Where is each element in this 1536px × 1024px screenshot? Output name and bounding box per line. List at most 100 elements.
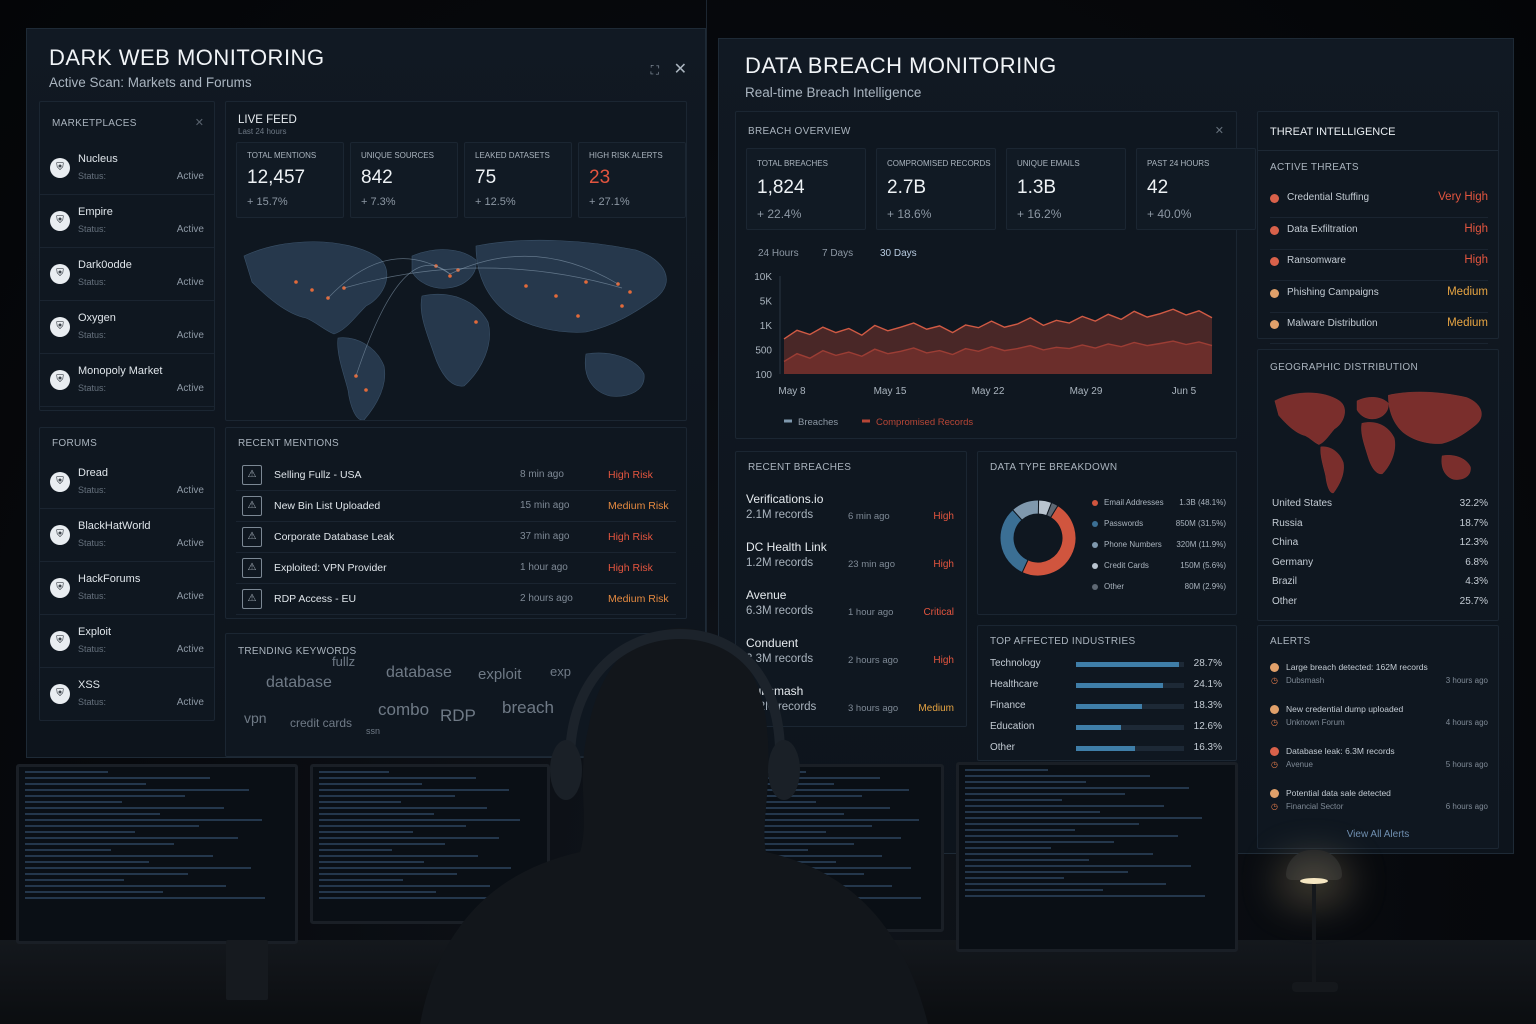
- stat-change: + 7.3%: [361, 196, 396, 208]
- mention-row[interactable]: ⚠ Corporate Database Leak 37 min ago High R…: [236, 522, 676, 553]
- site-name: Dark0odde: [78, 259, 132, 271]
- mention-risk: Medium Risk: [608, 500, 669, 512]
- threat-row[interactable]: Credential Stuffing Very High: [1270, 188, 1488, 218]
- page-subtitle: Active Scan: Markets and Forums: [49, 75, 252, 90]
- mention-row[interactable]: ⚠ Exploited: VPN Provider 1 hour ago High R…: [236, 553, 676, 584]
- hotspot-dot: [294, 280, 298, 284]
- stat-tile: LEAKED DATASETS 75 + 12.5%: [464, 142, 572, 218]
- geo-value: 12.3%: [1459, 537, 1488, 548]
- code-line: [25, 837, 238, 839]
- breach-time: 6 min ago: [848, 511, 890, 522]
- site-row[interactable]: ⛨ Monopoly Market Status: Active: [40, 354, 214, 407]
- keyword[interactable]: database: [266, 674, 332, 692]
- industry-bar: [1076, 725, 1122, 730]
- threat-row[interactable]: Phishing Campaigns Medium: [1270, 283, 1488, 313]
- view-all-alerts-link[interactable]: View All Alerts: [1258, 829, 1498, 840]
- alert-row[interactable]: New credential dump uploaded ◷ Unknown For…: [1270, 702, 1488, 742]
- continent: [1441, 455, 1471, 480]
- site-shield-icon: ⛨: [50, 158, 70, 178]
- geo-value: 25.7%: [1459, 595, 1488, 607]
- alert-dot: [1270, 747, 1279, 756]
- breach-overview-card: BREACH OVERVIEW ✕ TOTAL BREACHES 1,824 + 2…: [735, 111, 1256, 439]
- close-overview-icon[interactable]: ✕: [1215, 124, 1224, 137]
- threat-row[interactable]: Ransomware High: [1270, 251, 1488, 281]
- breach-row[interactable]: DC Health Link 1.2M records 23 min ago High: [746, 536, 956, 584]
- alert-row[interactable]: Database leak: 6.3M records ◷ Avenue 5 hour…: [1270, 744, 1488, 784]
- time-tab[interactable]: 24 Hours: [758, 248, 799, 259]
- breach-time: 1 hour ago: [848, 607, 894, 618]
- series-area: [784, 309, 1212, 374]
- continent: [337, 337, 386, 420]
- mention-icon: ⚠: [242, 496, 262, 516]
- hotspot-dot: [448, 274, 452, 278]
- threat-row[interactable]: Data Exfiltration High: [1270, 220, 1488, 250]
- close-icon[interactable]: ✕: [674, 59, 687, 79]
- site-name: XSS: [78, 679, 101, 691]
- code-line: [965, 781, 1087, 783]
- alert-source: Unknown Forum: [1286, 718, 1345, 727]
- code-line: [965, 799, 1062, 801]
- stat-value: 12,457: [247, 167, 306, 188]
- mention-risk: High Risk: [608, 469, 653, 481]
- site-row[interactable]: ⛨ Exploit Status: Active: [40, 615, 214, 668]
- live-feed-header: LIVE FEED: [238, 114, 297, 126]
- threat-label: Credential Stuffing: [1287, 192, 1370, 203]
- site-row[interactable]: ⛨ BlackHatWorld Status: Active: [40, 509, 214, 562]
- data-type-label: Email Addresses: [1104, 498, 1164, 507]
- code-line: [965, 793, 1126, 795]
- continent: [1320, 446, 1344, 494]
- site-row[interactable]: ⛨ HackForums Status: Active: [40, 562, 214, 615]
- continent: [1274, 392, 1345, 445]
- mention-row[interactable]: ⚠ New Bin List Uploaded 15 min ago Medium R…: [236, 491, 676, 522]
- time-tab[interactable]: 7 Days: [822, 248, 853, 259]
- y-tick-label: 1K: [760, 321, 773, 332]
- hotspot-dot: [620, 304, 624, 308]
- mention-time: 15 min ago: [520, 500, 570, 511]
- site-name: Empire: [78, 206, 113, 218]
- mention-risk: High Risk: [608, 531, 653, 543]
- keyword[interactable]: credit cards: [290, 716, 352, 730]
- site-name: Nucleus: [78, 153, 118, 165]
- collapse-icon[interactable]: ✕: [195, 116, 204, 129]
- site-row[interactable]: ⛨ Oxygen Status: Active: [40, 301, 214, 354]
- mention-row[interactable]: ⚠ RDP Access - EU 2 hours ago Medium Risk: [236, 584, 676, 615]
- code-line: [25, 897, 266, 899]
- overview-stat-change: + 16.2%: [1017, 207, 1062, 221]
- alerts-card: ALERTS Large breach detected: 162M recor…: [1257, 625, 1499, 849]
- recent-mentions-card: RECENT MENTIONS ⚠ Selling Fullz - USA 8 mi…: [225, 427, 687, 619]
- stat-label: HIGH RISK ALERTS: [589, 151, 663, 160]
- keyword[interactable]: vpn: [244, 710, 267, 726]
- live-feed-sub: Last 24 hours: [238, 127, 287, 136]
- time-tab[interactable]: 30 Days: [880, 248, 917, 259]
- industries-card: TOP AFFECTED INDUSTRIES Technology 28.7% H…: [977, 625, 1237, 761]
- code-line: [25, 855, 213, 857]
- alert-time: 4 hours ago: [1445, 718, 1488, 727]
- threat-row[interactable]: Malware Distribution Medium: [1270, 314, 1488, 344]
- code-line: [965, 769, 1048, 771]
- live-feed-card: LIVE FEED Last 24 hours TOTAL MENTIONS 12…: [225, 101, 687, 421]
- site-row[interactable]: ⛨ XSS Status: Active: [40, 668, 214, 721]
- site-row[interactable]: ⛨ Nucleus Status: Active: [40, 142, 214, 195]
- threat-label: Ransomware: [1287, 255, 1346, 266]
- monitor-1: [16, 764, 298, 944]
- overview-stat-label: PAST 24 HOURS: [1147, 159, 1210, 168]
- site-row[interactable]: ⛨ Empire Status: Active: [40, 195, 214, 248]
- mention-row[interactable]: ⚠ Selling Fullz - USA 8 min ago High Risk: [236, 460, 676, 491]
- threat-dot: [1270, 320, 1279, 329]
- alert-row[interactable]: Potential data sale detected ◷ Financial S…: [1270, 786, 1488, 826]
- industry-value: 28.7%: [1193, 658, 1222, 669]
- threat-level: High: [1464, 254, 1488, 266]
- data-type-value: 150M (5.6%): [1180, 561, 1226, 570]
- keyword[interactable]: fullz: [332, 654, 355, 669]
- geo-country: China: [1272, 537, 1299, 548]
- expand-icon[interactable]: ⛶: [651, 63, 659, 78]
- site-row[interactable]: ⛨ Dark0odde Status: Active: [40, 248, 214, 301]
- site-status-label: Status:: [78, 171, 107, 181]
- alert-row[interactable]: Large breach detected: 162M records ◷ Dubs…: [1270, 660, 1488, 700]
- geo-country: Russia: [1272, 517, 1303, 529]
- industry-bar: [1076, 683, 1163, 688]
- keyword[interactable]: ssn: [366, 726, 380, 736]
- breach-row[interactable]: Verifications.io 2.1M records 6 min ago Hig…: [746, 488, 956, 536]
- site-row[interactable]: ⛨ Dread Status: Active: [40, 456, 214, 509]
- alert-title: New credential dump uploaded: [1286, 704, 1404, 714]
